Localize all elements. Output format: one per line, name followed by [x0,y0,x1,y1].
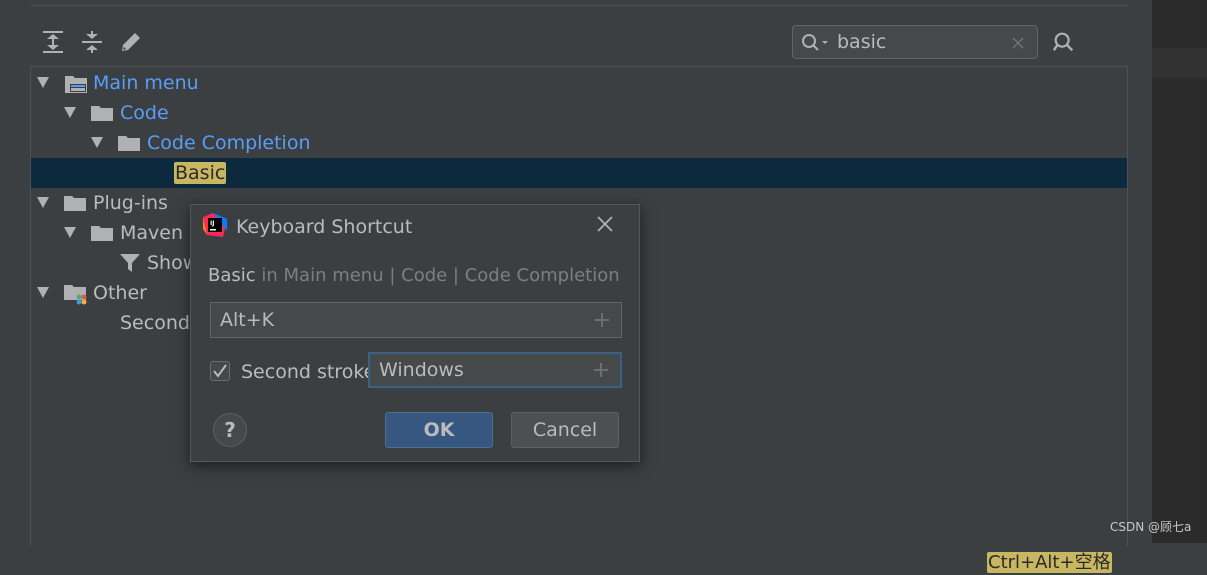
action-location: in Main menu | Code | Code Completion [255,265,620,286]
action-path: Basic in Main menu | Code | Code Complet… [208,264,620,288]
tree-row-main-menu[interactable]: Main menu [31,68,1127,98]
folder-icon [91,106,113,121]
tree-label: Code [120,102,169,124]
expand-arrow-icon[interactable] [64,107,76,118]
action-name: Basic [208,265,256,286]
divider [30,5,1128,6]
tree-row-code-completion[interactable]: Code Completion [31,128,1127,158]
watermark: CSDN @顾七a [1110,520,1192,534]
tree-label: Code Completion [147,132,311,154]
expand-arrow-icon[interactable] [64,227,76,238]
find-usages-icon[interactable] [1052,30,1076,54]
expand-arrow-icon[interactable] [37,77,49,88]
close-icon[interactable] [1011,35,1025,54]
dialog-title: Keyboard Shortcut [236,216,413,238]
search-field[interactable] [792,25,1038,59]
second-stroke-checkbox[interactable] [210,361,230,381]
tree-label: Plug-ins [93,192,168,214]
search-icon[interactable] [801,33,831,57]
first-stroke-value: Alt+K [220,309,275,331]
main-menu-icon [65,76,87,93]
search-input[interactable] [837,30,997,54]
intellij-logo-icon: IJ [203,213,227,237]
second-stroke-value: Windows [379,359,464,381]
tree-label: Basic [174,162,227,184]
tree-label: Other [93,282,147,304]
shortcut-value: Ctrl+Alt+空格 [987,552,1112,573]
ok-button[interactable]: OK [385,412,493,448]
expand-arrow-icon[interactable] [37,197,49,208]
tree-label: Maven [120,222,184,244]
plus-icon[interactable] [592,361,610,379]
folder-icon [64,196,86,211]
tree-row-code[interactable]: Code [31,98,1127,128]
edit-icon[interactable] [119,30,143,54]
expand-arrow-icon[interactable] [91,137,103,148]
tree-row-basic[interactable]: Basic [31,158,1127,188]
second-stroke-label: Second stroke: [241,361,382,383]
cancel-button[interactable]: Cancel [511,412,619,448]
tree-label: Second [120,312,190,334]
expand-arrow-icon[interactable] [37,287,49,298]
editor-strip [1152,0,1207,543]
tree-label: Main menu [93,72,199,94]
plus-icon[interactable] [593,311,611,329]
expand-all-icon[interactable] [41,30,65,54]
close-icon[interactable] [596,215,614,237]
folder-icon [91,226,113,241]
check-icon [213,364,227,378]
other-folder-icon [64,285,87,305]
svg-text:IJ: IJ [210,220,214,227]
help-button[interactable]: ? [213,413,247,447]
first-stroke-field[interactable]: Alt+K [210,302,622,338]
collapse-all-icon[interactable] [80,30,104,54]
filter-icon [120,254,140,272]
folder-icon [118,136,140,151]
second-stroke-field[interactable]: Windows [368,352,622,388]
keyboard-shortcut-dialog: IJ Keyboard Shortcut Basic in Main menu … [190,204,640,462]
